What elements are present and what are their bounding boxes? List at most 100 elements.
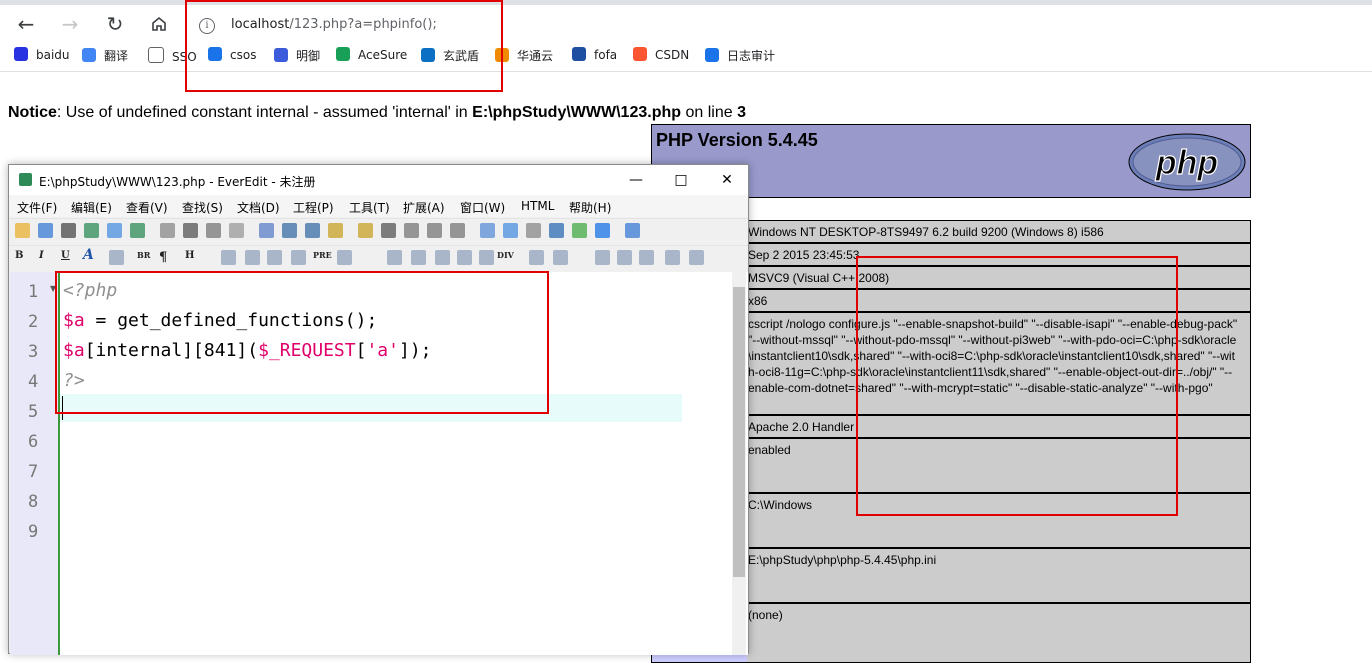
close-icon[interactable]: ✕ bbox=[712, 169, 742, 191]
format-tool-icon[interactable] bbox=[665, 250, 680, 265]
format-tool-icon[interactable] bbox=[639, 250, 654, 265]
notice-label: Notice bbox=[8, 104, 57, 121]
toolbar-tool-icon[interactable] bbox=[38, 223, 53, 238]
toolbar-tool-icon[interactable] bbox=[450, 223, 465, 238]
translate-icon bbox=[82, 48, 96, 62]
bookmark-label: 华通云 bbox=[517, 49, 554, 63]
phpinfo-value: (none) bbox=[748, 608, 783, 622]
format-tool-icon[interactable] bbox=[337, 250, 352, 265]
menu-item-1[interactable]: 编辑(E) bbox=[71, 199, 112, 216]
bookmark-0[interactable]: baidu bbox=[14, 47, 70, 65]
red-highlight-url bbox=[185, 0, 503, 92]
bookmark-1[interactable]: 翻译 bbox=[82, 47, 128, 65]
toolbar-tool-icon[interactable] bbox=[381, 223, 396, 238]
format-button[interactable]: B bbox=[15, 250, 23, 261]
menu-item-4[interactable]: 文档(D) bbox=[237, 199, 280, 216]
format-tool-icon[interactable] bbox=[245, 250, 260, 265]
toolbar-tool-icon[interactable] bbox=[282, 223, 297, 238]
format-button[interactable]: I bbox=[39, 250, 44, 261]
bookmark-9[interactable]: CSDN bbox=[633, 47, 689, 65]
toolbar-tool-icon[interactable] bbox=[259, 223, 274, 238]
vertical-scrollbar[interactable] bbox=[732, 272, 746, 655]
menu-item-2[interactable]: 查看(V) bbox=[126, 199, 168, 216]
csdn-icon bbox=[633, 47, 647, 61]
page-icon bbox=[148, 47, 164, 63]
paw-icon bbox=[14, 47, 28, 61]
back-arrow-icon[interactable]: ← bbox=[14, 12, 38, 36]
format-tool-icon[interactable] bbox=[595, 250, 610, 265]
everedit-app-icon bbox=[19, 173, 32, 186]
bookmark-label: baidu bbox=[36, 48, 70, 62]
menu-item-6[interactable]: 工具(T) bbox=[349, 199, 390, 216]
format-tool-icon[interactable] bbox=[267, 250, 282, 265]
menu-item-0[interactable]: 文件(F) bbox=[17, 199, 57, 216]
home-icon[interactable] bbox=[147, 12, 171, 36]
scrollbar-thumb[interactable] bbox=[733, 287, 745, 577]
menu-item-7[interactable]: 扩展(A) bbox=[403, 199, 445, 216]
toolbar-tool-icon[interactable] bbox=[572, 223, 587, 238]
forward-arrow-icon[interactable]: → bbox=[58, 12, 82, 36]
format-button[interactable]: DIV bbox=[497, 250, 514, 260]
toolbar-tool-icon[interactable] bbox=[15, 223, 30, 238]
toolbar-tool-icon[interactable] bbox=[107, 223, 122, 238]
maximize-icon[interactable]: □ bbox=[666, 169, 696, 191]
toolbar-tool-icon[interactable] bbox=[549, 223, 564, 238]
format-button[interactable]: H bbox=[185, 250, 194, 261]
menu-item-3[interactable]: 查找(S) bbox=[182, 199, 223, 216]
toolbar-tool-icon[interactable] bbox=[503, 223, 518, 238]
reload-icon[interactable]: ↻ bbox=[103, 12, 127, 36]
toolbar-tool-icon[interactable] bbox=[84, 223, 99, 238]
toolbar-tool-icon[interactable] bbox=[625, 223, 640, 238]
line-number: 4 bbox=[28, 372, 39, 392]
minimize-icon[interactable]: — bbox=[621, 169, 651, 191]
toolbar-tool-icon[interactable] bbox=[427, 223, 442, 238]
format-button[interactable]: PRE bbox=[313, 250, 332, 260]
toolbar-tool-icon[interactable] bbox=[404, 223, 419, 238]
toolbar-tool-icon[interactable] bbox=[229, 223, 244, 238]
format-tool-icon[interactable] bbox=[411, 250, 426, 265]
format-tool-icon[interactable] bbox=[529, 250, 544, 265]
toolbar-tool-icon[interactable] bbox=[160, 223, 175, 238]
toolbar-tool-icon[interactable] bbox=[183, 223, 198, 238]
php-logo-text: php bbox=[1155, 144, 1218, 182]
toolbar-tool-icon[interactable] bbox=[206, 223, 221, 238]
format-tool-icon[interactable] bbox=[109, 250, 124, 265]
line-number: 6 bbox=[28, 432, 39, 452]
format-button[interactable]: ¶ bbox=[159, 250, 167, 265]
bookmark-8[interactable]: fofa bbox=[572, 47, 617, 65]
toolbar-tool-icon[interactable] bbox=[305, 223, 320, 238]
toolbar-tool-icon[interactable] bbox=[130, 223, 145, 238]
format-button[interactable]: BR bbox=[137, 250, 150, 260]
menu-item-9[interactable]: HTML bbox=[521, 199, 554, 213]
format-tool-icon[interactable] bbox=[221, 250, 236, 265]
menu-item-8[interactable]: 窗口(W) bbox=[460, 199, 505, 216]
bookmark-label: 日志审计 bbox=[727, 49, 776, 63]
php-version-title: PHP Version 5.4.45 bbox=[656, 130, 818, 150]
toolbar-tool-icon[interactable] bbox=[480, 223, 495, 238]
fofa-icon bbox=[572, 47, 586, 61]
format-tool-icon[interactable] bbox=[291, 250, 306, 265]
line-number: 2 bbox=[28, 312, 39, 332]
bookmark-10[interactable]: 日志审计 bbox=[705, 47, 775, 65]
line-number: 9 bbox=[28, 522, 39, 542]
format-tool-icon[interactable] bbox=[617, 250, 632, 265]
toolbar-tool-icon[interactable] bbox=[595, 223, 610, 238]
notice-line: 3 bbox=[737, 104, 746, 121]
format-button[interactable]: U bbox=[61, 250, 70, 261]
php-logo-icon: php bbox=[1128, 133, 1246, 191]
format-tool-icon[interactable] bbox=[457, 250, 472, 265]
toolbar-tool-icon[interactable] bbox=[61, 223, 76, 238]
menu-item-10[interactable]: 帮助(H) bbox=[569, 199, 611, 216]
format-tool-icon[interactable] bbox=[689, 250, 704, 265]
bookmark-7[interactable]: 华通云 bbox=[495, 47, 553, 65]
format-tool-icon[interactable] bbox=[553, 250, 568, 265]
toolbar-tool-icon[interactable] bbox=[328, 223, 343, 238]
toolbar-tool-icon[interactable] bbox=[358, 223, 373, 238]
format-tool-icon[interactable] bbox=[435, 250, 450, 265]
format-tool-icon[interactable] bbox=[479, 250, 494, 265]
phpinfo-value: E:\phpStudy\php\php-5.4.45\php.ini bbox=[748, 553, 937, 567]
format-button[interactable]: A bbox=[83, 247, 94, 263]
menu-item-5[interactable]: 工程(P) bbox=[293, 199, 334, 216]
format-tool-icon[interactable] bbox=[387, 250, 402, 265]
toolbar-tool-icon[interactable] bbox=[526, 223, 541, 238]
